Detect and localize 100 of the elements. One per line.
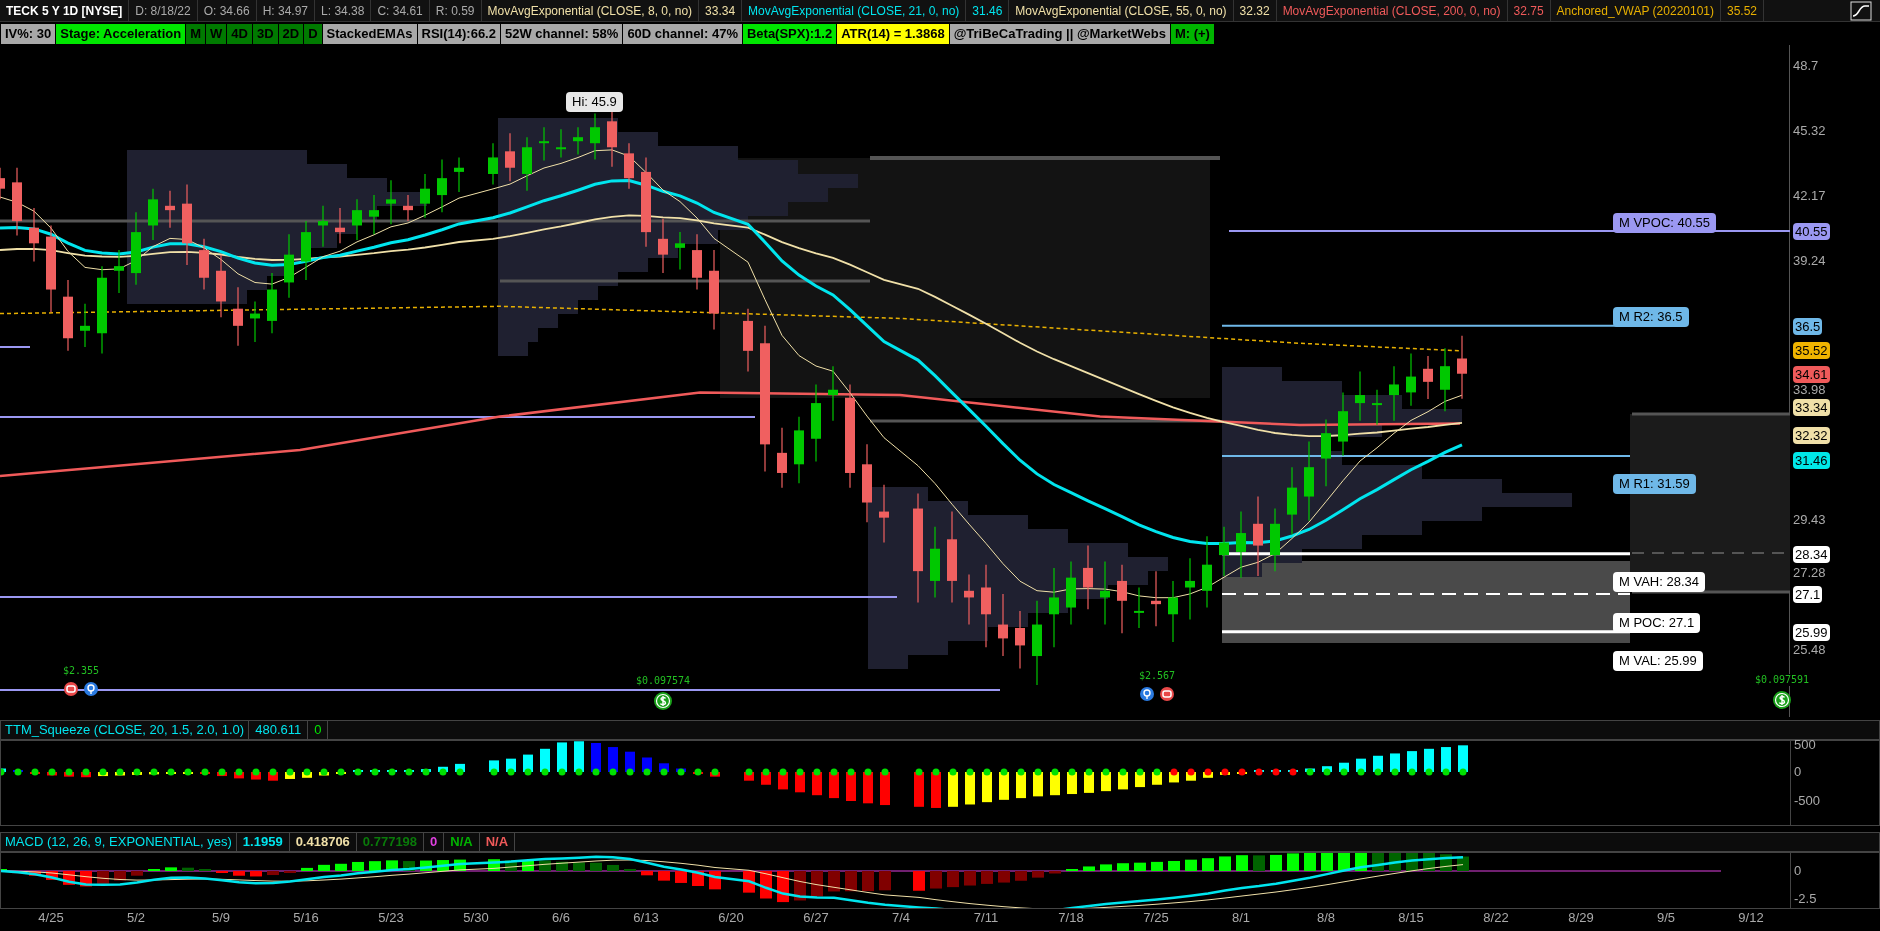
study-value: 35.52 <box>1721 0 1765 21</box>
study-badge: IV%: 30 <box>1 23 56 44</box>
date-tick: 5/16 <box>292 910 320 926</box>
date-tick: 4/25 <box>37 910 65 926</box>
quote-value: C: 34.61 <box>371 0 430 21</box>
macd-bar <box>369 861 381 871</box>
study-badge: 52W channel: 58% <box>500 23 623 44</box>
date-tick: 7/25 <box>1142 910 1170 926</box>
date-tick: 5/2 <box>125 910 147 926</box>
date-tick: 6/27 <box>802 910 830 926</box>
squeeze-tick: 500 <box>1794 737 1816 753</box>
macd-bar <box>318 864 330 871</box>
date-tick: 8/15 <box>1397 910 1425 926</box>
high-callout: Hi: 45.9 <box>566 92 623 112</box>
price-badge: 28.34 <box>1793 545 1830 563</box>
level-callout: M R2: 36.5 <box>1613 307 1689 327</box>
macd-bar <box>573 862 585 871</box>
price-tick: 29.43 <box>1793 511 1826 528</box>
quote-value: L: 34.38 <box>315 0 372 21</box>
lightbulb-icon[interactable] <box>1139 686 1155 702</box>
squeeze-value: 0 <box>308 721 329 739</box>
study-value: 31.46 <box>966 0 1010 21</box>
macd-bar <box>1270 854 1282 871</box>
price-badge: 36.5 <box>1793 317 1823 335</box>
dollar-coin-icon[interactable] <box>1772 690 1792 710</box>
price-tick: 39.24 <box>1793 252 1826 269</box>
macd-bar <box>403 861 415 871</box>
macd-tick: 0 <box>1794 863 1802 879</box>
date-tick: 6/20 <box>717 910 745 926</box>
date-tick: 9/12 <box>1737 910 1765 926</box>
date-tick: 8/29 <box>1567 910 1595 926</box>
price-tick: 48.7 <box>1793 58 1819 74</box>
macd-bar <box>97 871 109 884</box>
macd-bar <box>828 871 840 892</box>
price-badge: 34.61 <box>1793 365 1830 383</box>
macd-bar <box>998 871 1010 883</box>
study-badge: StackedEMAs <box>322 23 417 44</box>
study-label: MovAvgExponential (CLOSE, 200, 0, no) <box>1276 0 1508 21</box>
macd-bar <box>1219 856 1231 871</box>
macd-bar <box>539 860 551 871</box>
macd-bar <box>1304 853 1316 871</box>
date-tick: 7/11 <box>972 910 1000 926</box>
study-badge: M: (+) <box>1170 23 1214 44</box>
macd-value: 1.1959 <box>236 833 290 851</box>
price-tick: 42.17 <box>1793 187 1826 204</box>
date-tick: 8/1 <box>1230 910 1252 926</box>
macd-bar <box>1134 862 1146 871</box>
price-badge: 40.55 <box>1793 223 1830 240</box>
level-line <box>0 346 31 348</box>
macd-bar <box>607 864 619 871</box>
macd-tick: -2.5 <box>1794 891 1817 907</box>
macd-bar <box>301 867 313 871</box>
macd-bar <box>1168 861 1180 871</box>
macd-bar <box>913 871 925 891</box>
squeeze-tick: 0 <box>1794 764 1802 780</box>
macd-bar <box>641 871 653 876</box>
quote-value: D: 8/18/22 <box>129 0 198 21</box>
price-tick: 45.32 <box>1793 122 1826 139</box>
macd-bar <box>1202 858 1214 871</box>
study-badge: 4D <box>227 23 252 44</box>
price-tick: 27.28 <box>1793 564 1826 581</box>
study-label: Anchored_VWAP (20220101) <box>1550 0 1721 21</box>
macd-bar <box>862 871 874 892</box>
macd-bar <box>131 871 143 876</box>
price-badge: 32.32 <box>1793 427 1830 445</box>
date-tick: 6/13 <box>632 910 660 926</box>
date-tick: 9/5 <box>1655 910 1677 926</box>
study-value: 32.32 <box>1233 0 1277 21</box>
macd-bar <box>46 871 58 880</box>
macd-bar <box>1117 863 1129 871</box>
macd-bar <box>250 871 262 877</box>
study-badge: 2D <box>278 23 304 44</box>
lightbulb-icon[interactable] <box>83 681 99 697</box>
study-label: MovAvgExponential (CLOSE, 21, 0, no) <box>742 0 967 21</box>
date-tick: 8/22 <box>1482 910 1510 926</box>
study-badge: RSI(14):66.2 <box>417 23 500 44</box>
macd-bar <box>1015 871 1027 881</box>
price-tick: 25.48 <box>1793 641 1826 658</box>
macd-bar <box>1032 871 1044 878</box>
price-badge: 35.52 <box>1793 342 1830 360</box>
event-amount: $2.355 <box>62 665 100 677</box>
price-badge: 31.46 <box>1793 451 1830 469</box>
macd-title: MACD (12, 26, 9, EXPONENTIAL, yes) <box>1 833 237 851</box>
macd-bar <box>811 871 823 897</box>
macd-bar <box>165 867 177 871</box>
study-badge: W <box>206 23 227 44</box>
curve-icon[interactable] <box>1850 0 1872 21</box>
macd-bar <box>420 860 432 871</box>
study-badge: Stage: Acceleration <box>56 23 186 44</box>
macd-value: 0.418706 <box>289 833 357 851</box>
macd-bar <box>522 860 534 871</box>
dollar-coin-icon[interactable] <box>653 691 673 711</box>
macd-bar <box>1185 859 1197 871</box>
date-tick: 8/8 <box>1315 910 1337 926</box>
macd-bar <box>1151 861 1163 871</box>
macd-bar <box>1236 855 1248 871</box>
date-tick: 5/9 <box>210 910 232 926</box>
price-tick: 33.98 <box>1793 382 1826 399</box>
macd-bar <box>981 871 993 884</box>
macd-bar <box>437 860 449 871</box>
